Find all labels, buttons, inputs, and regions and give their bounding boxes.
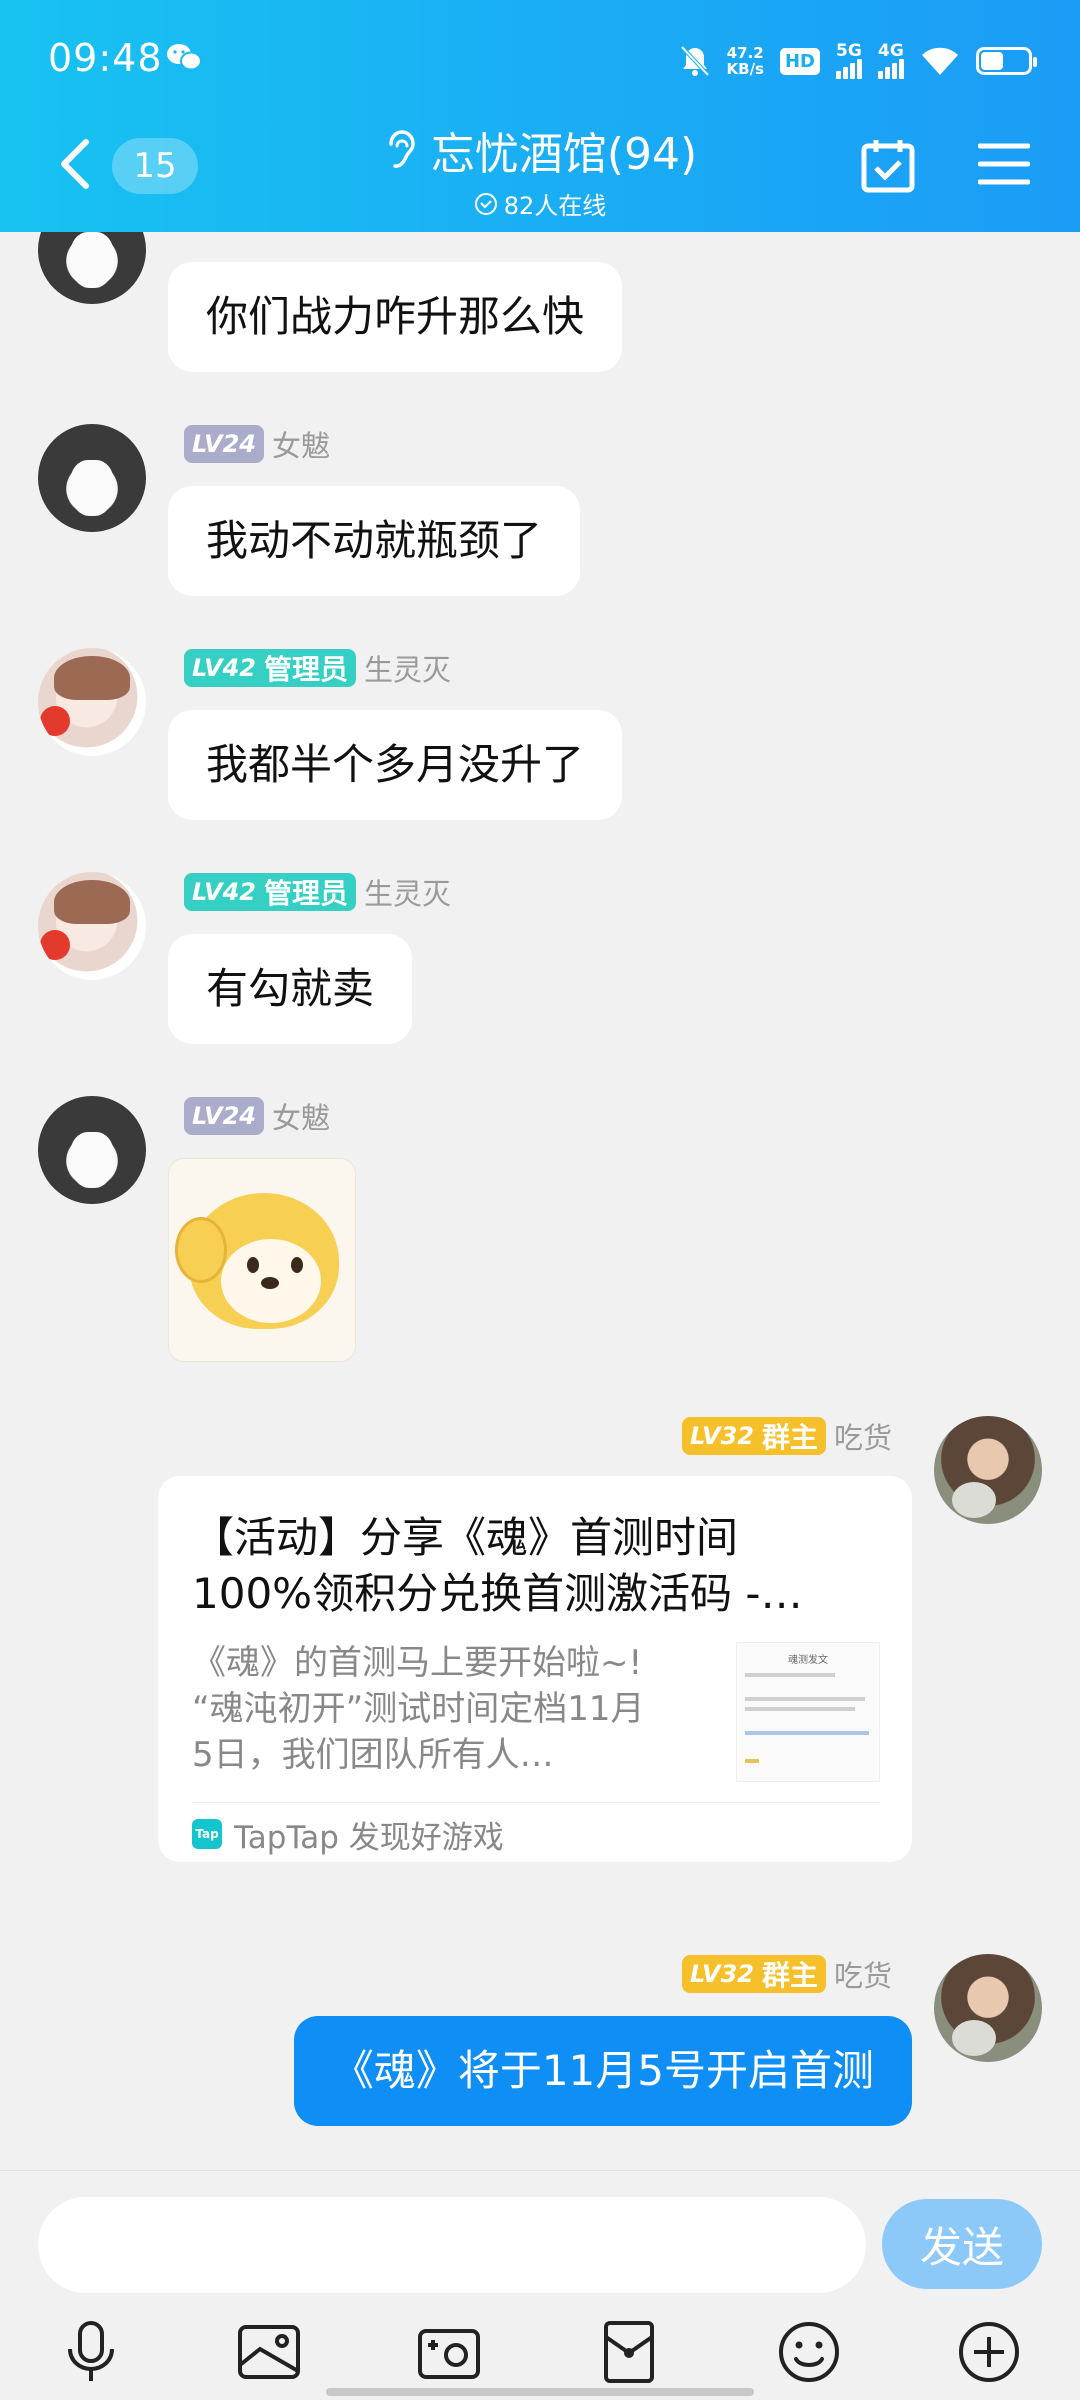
net-speed: 47.2 KB/s <box>727 45 764 77</box>
sender-name[interactable]: 女魃 <box>272 1095 330 1137</box>
level-badge: LV32 群主 <box>682 1955 826 1993</box>
net-speed-unit: KB/s <box>726 60 764 78</box>
message-bubble[interactable]: 我动不动就瓶颈了 <box>168 486 581 596</box>
avatar[interactable] <box>934 1954 1042 2062</box>
card-desc-line: 《魂》的首测马上要开始啦~! <box>192 1643 643 1683</box>
sender-info: LV32 群主 吃货 <box>682 1954 892 1994</box>
card-source: Tap TapTap 发现好游戏 <box>192 1814 504 1856</box>
sender-name[interactable]: 吃货 <box>834 1415 892 1457</box>
sender-info: LV32 群主 吃货 <box>682 1416 892 1456</box>
input-bar: 发送 <box>0 2170 1080 2400</box>
level-badge: LV24 <box>184 425 264 463</box>
role-text: 群主 <box>761 1959 818 1992</box>
group-title: 忘忧酒馆(94) <box>383 118 697 182</box>
mute-bell-icon <box>680 45 709 77</box>
card-source-text: TapTap 发现好游戏 <box>234 1819 504 1856</box>
avatar[interactable] <box>934 1416 1042 1524</box>
toolbar <box>0 2319 1080 2389</box>
level-badge: LV42 管理员 <box>184 649 356 687</box>
card-description: 《魂》的首测马上要开始啦~! “魂沌初开”测试时间定档11月 5日，我们团队所有… <box>192 1640 712 1778</box>
role-text: 群主 <box>761 1421 818 1454</box>
ear-icon <box>389 130 415 168</box>
role-text: 管理员 <box>263 877 348 910</box>
group-name: 忘忧酒馆(94) <box>430 129 698 180</box>
message-bubble[interactable]: 我都半个多月没升了 <box>168 710 623 820</box>
avatar[interactable] <box>38 232 146 304</box>
status-indicators: 47.2 KB/s HD 5G 4G <box>679 36 1037 86</box>
app-header: 09:48 47.2 KB/s HD 5G 4G 15 忘忧酒馆(94) 82人… <box>0 0 1080 232</box>
avatar[interactable] <box>38 1096 146 1204</box>
check-circle-icon <box>474 192 497 215</box>
emoji-icon[interactable] <box>776 2319 842 2385</box>
sender-name[interactable]: 生灵灭 <box>364 647 451 689</box>
level-badge: LV32 群主 <box>682 1417 826 1455</box>
hd-badge: HD <box>779 47 820 75</box>
home-indicator[interactable] <box>326 2388 754 2396</box>
sender-info: LV42 管理员 生灵灭 <box>184 648 451 688</box>
image-icon[interactable] <box>236 2319 302 2385</box>
camera-icon[interactable] <box>416 2319 482 2385</box>
card-title-line: 100%领积分兑换首测激活码 -… <box>192 1569 803 1618</box>
sender-name[interactable]: 女魃 <box>272 423 330 465</box>
calendar-check-icon[interactable] <box>860 138 916 194</box>
send-button[interactable]: 发送 <box>882 2199 1042 2289</box>
wechat-icon <box>167 44 202 71</box>
message-bubble[interactable]: 有勾就卖 <box>168 934 413 1044</box>
sender-name[interactable]: 吃货 <box>834 1953 892 1995</box>
level-badge: LV42 管理员 <box>184 873 356 911</box>
signal-5g-label: 5G <box>836 41 862 61</box>
battery-icon <box>976 47 1037 75</box>
status-time: 09:48 <box>48 36 163 80</box>
taptap-logo-icon: Tap <box>192 1819 222 1849</box>
message-bubble[interactable]: 你们战力咋升那么快 <box>168 262 623 372</box>
message-input[interactable] <box>38 2197 866 2293</box>
card-desc-line: “魂沌初开”测试时间定档11月 <box>192 1689 645 1729</box>
avatar[interactable] <box>38 872 146 980</box>
status-bar: 09:48 47.2 KB/s HD 5G 4G <box>48 36 1037 86</box>
level-text: LV42 <box>192 654 256 682</box>
card-thumbnail: 魂测发文 <box>736 1642 880 1782</box>
card-desc-line: 5日，我们团队所有人… <box>192 1735 554 1775</box>
card-title-line: 【活动】分享《魂》首测时间 <box>192 1513 739 1562</box>
role-text: 管理员 <box>263 653 348 686</box>
net-speed-value: 47.2 <box>726 44 764 62</box>
red-packet-icon[interactable] <box>596 2319 662 2385</box>
level-text: LV24 <box>192 430 256 458</box>
title-block[interactable]: 忘忧酒馆(94) 82人在线 <box>0 118 1080 221</box>
thumbnail-title: 魂测发文 <box>788 1655 828 1666</box>
sender-name[interactable]: 生灵灭 <box>364 871 451 913</box>
nav-bar: 15 忘忧酒馆(94) 82人在线 <box>0 118 1080 220</box>
plus-icon[interactable] <box>956 2319 1022 2385</box>
level-text: LV32 <box>690 1960 754 1988</box>
online-count: 82人在线 <box>503 192 607 220</box>
level-text: LV24 <box>192 1102 256 1130</box>
share-link-card[interactable]: 【活动】分享《魂》首测时间 100%领积分兑换首测激活码 -… 《魂》的首测马上… <box>158 1476 912 1862</box>
signal-4g: 4G <box>878 41 904 79</box>
menu-icon[interactable] <box>978 142 1030 186</box>
online-status: 82人在线 <box>474 186 607 221</box>
card-divider <box>192 1802 880 1803</box>
sender-info: LV42 管理员 生灵灭 <box>184 872 451 912</box>
avatar[interactable] <box>38 648 146 756</box>
sender-info: LV24 女魃 <box>184 424 330 464</box>
signal-5g: 5G <box>836 41 862 79</box>
message-list[interactable]: 你们战力咋升那么快 LV24 女魃 我动不动就瓶颈了 LV42 管理员 生灵灭 我… <box>0 232 1080 2170</box>
avatar[interactable] <box>38 424 146 532</box>
wifi-icon <box>922 47 958 75</box>
card-title: 【活动】分享《魂》首测时间 100%领积分兑换首测激活码 -… <box>192 1510 882 1622</box>
doge-salute-sticker[interactable] <box>168 1158 356 1362</box>
signal-4g-label: 4G <box>878 41 904 61</box>
level-text: LV42 <box>192 878 256 906</box>
voice-icon[interactable] <box>58 2319 124 2385</box>
message-bubble[interactable]: 《魂》将于11月5号开启首测 <box>293 2016 912 2126</box>
sender-info: LV24 女魃 <box>184 1096 330 1136</box>
level-text: LV32 <box>690 1422 754 1450</box>
level-badge: LV24 <box>184 1097 264 1135</box>
